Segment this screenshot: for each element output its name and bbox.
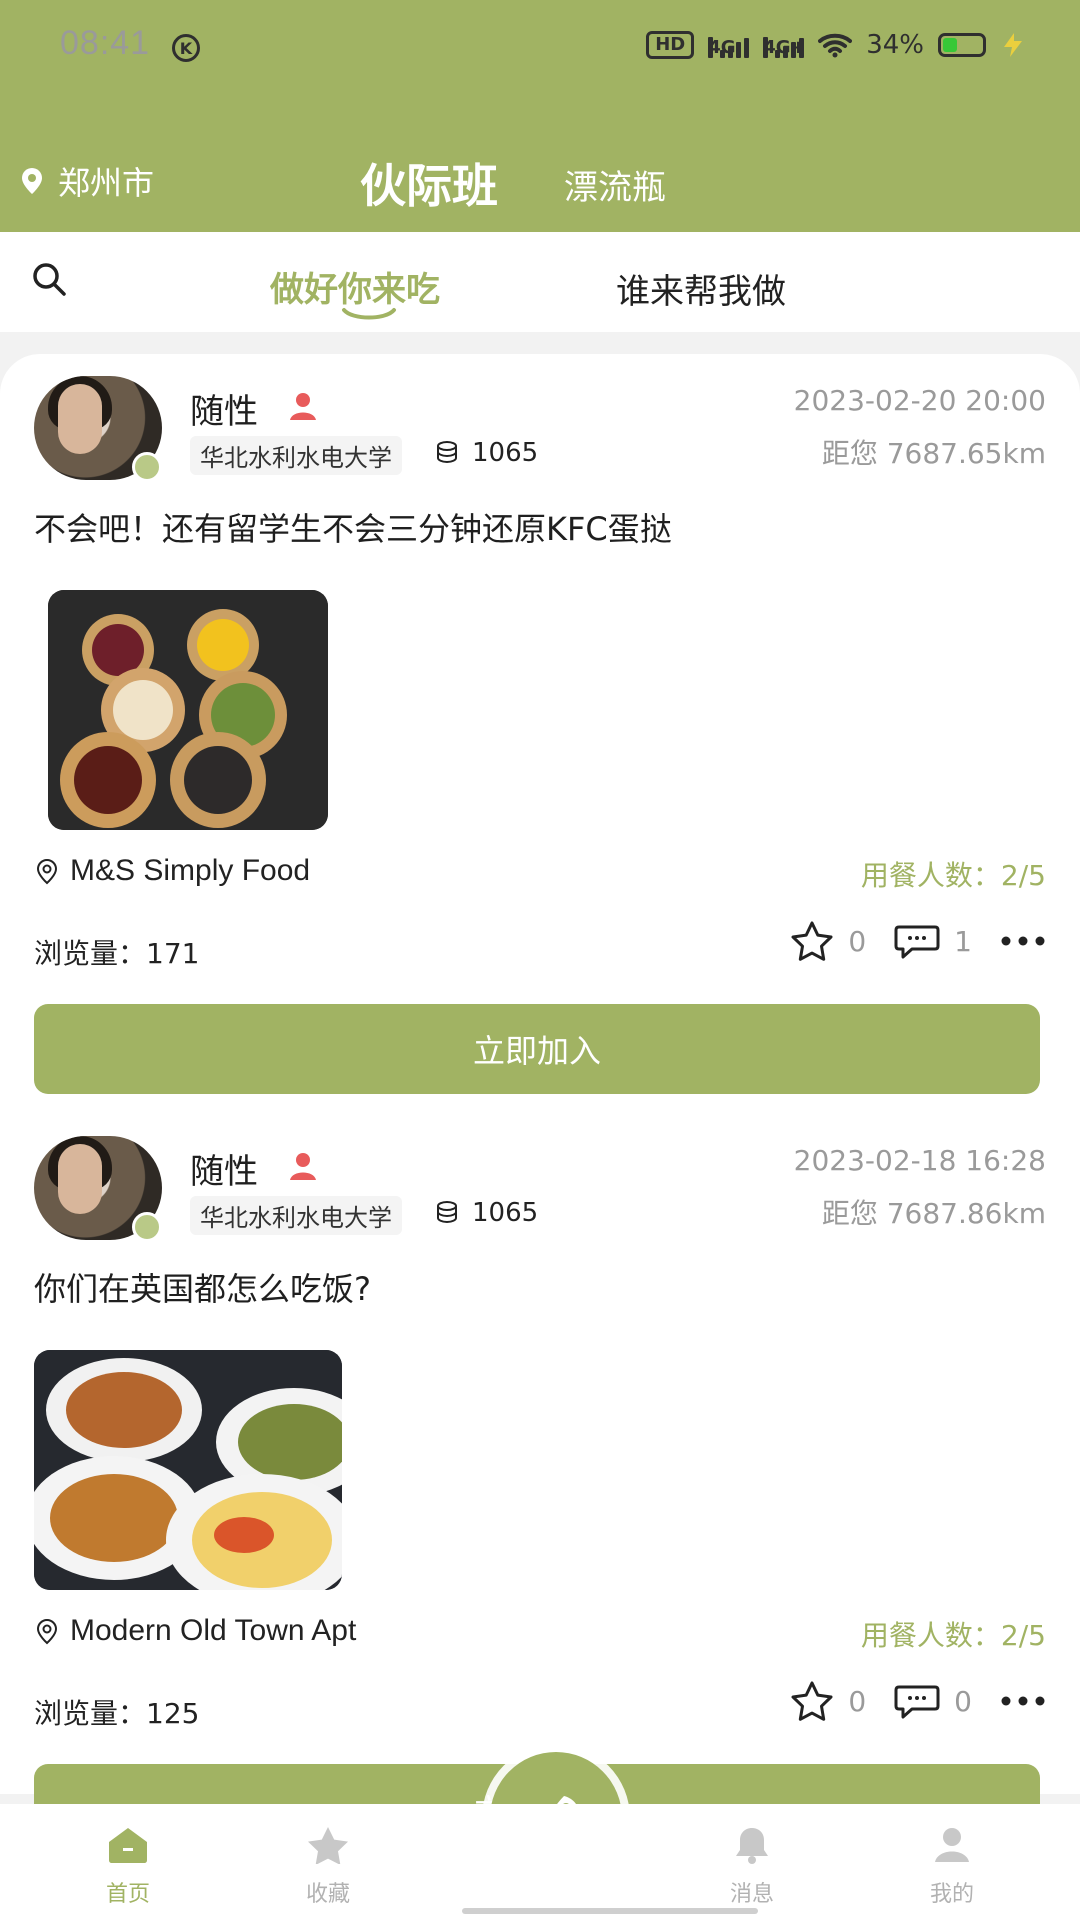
favorite-action[interactable]: 0: [790, 920, 866, 962]
top-tabs: 做好你来吃 谁来帮我做: [0, 232, 1080, 332]
points: 1065: [434, 438, 538, 468]
verified-icon: [132, 452, 162, 482]
network-2-label: 4G+: [763, 37, 806, 58]
avatar-face: [58, 1144, 102, 1214]
views-count: 浏览量：171: [34, 937, 200, 970]
bottom-nav: 首页 收藏 消息 我的: [0, 1804, 1080, 1920]
map-pin-icon: [22, 168, 42, 194]
username[interactable]: 随性: [190, 1144, 258, 1193]
more-action[interactable]: [1000, 935, 1046, 947]
status-right: HD 4G 4G+ 34%: [646, 30, 1026, 60]
meal-photo: [34, 1350, 342, 1590]
stars-count: 0: [848, 924, 867, 958]
nav-home-label: 首页: [105, 1882, 150, 1907]
more-icon: [1001, 1696, 1045, 1706]
more-action[interactable]: [1000, 1695, 1046, 1707]
charging-bolt-icon: [1004, 33, 1022, 57]
signal-2-icon: 4G+: [763, 32, 806, 58]
favorite-action[interactable]: 0: [790, 1680, 866, 1722]
city-label: 郑州市: [58, 164, 155, 202]
views-count: 浏览量：125: [34, 1697, 200, 1730]
brand-title[interactable]: 伙际班: [360, 150, 498, 216]
comments-count: 0: [954, 1684, 972, 1718]
star-icon: [791, 921, 833, 961]
k-badge: K: [172, 34, 200, 62]
status-bar: 08:41 K HD 4G 4G+ 34%: [0, 0, 1080, 98]
tab-drift-bottle[interactable]: 漂流瓶: [564, 160, 666, 209]
bell-icon: [736, 1828, 768, 1864]
tab-make-you-eat[interactable]: 做好你来吃: [270, 262, 440, 311]
wifi-icon: [818, 33, 853, 58]
map-pin-icon: [36, 859, 58, 885]
post-location[interactable]: Modern Old Town Apt: [34, 1614, 356, 1648]
tab-who-helps-me[interactable]: 谁来帮我做: [616, 264, 786, 313]
post-distance: 距您 7687.86km: [821, 1197, 1046, 1230]
map-pin-icon: [36, 1619, 58, 1645]
post-photo[interactable]: [48, 590, 328, 830]
post-content[interactable]: 不会吧！还有留学生不会三分钟还原KFC蛋挞: [34, 504, 672, 550]
app-header: 08:41 K HD 4G 4G+ 34%: [0, 0, 1080, 232]
star-icon: [791, 1681, 833, 1721]
comment-action[interactable]: 1: [894, 923, 972, 959]
post-location[interactable]: M&S Simply Food: [34, 854, 310, 888]
points: 1065: [434, 1198, 538, 1228]
diners-count: 用餐人数：2/5: [860, 1619, 1046, 1652]
signal-1-icon: 4G: [708, 32, 750, 58]
location-label: Modern Old Town Apt: [70, 1614, 357, 1647]
nav-mine-label: 我的: [929, 1882, 974, 1907]
coins-icon: [437, 441, 457, 464]
post-distance: 距您 7687.65km: [821, 437, 1046, 470]
avatar-face: [58, 384, 102, 454]
points-value: 1065: [472, 438, 539, 468]
egg-tart-photo: [48, 590, 328, 830]
battery-icon: [938, 33, 986, 57]
nav-messages[interactable]: 消息: [692, 1824, 812, 1908]
username[interactable]: 随性: [190, 384, 258, 433]
battery-percent: 34%: [866, 30, 924, 60]
post-actions: 0 0: [790, 1680, 1046, 1722]
active-tab-indicator: [342, 308, 396, 320]
hd-badge: HD: [646, 31, 695, 59]
feed: 随性 华北水利水电大学 1065 2023-02-20 20:00 距您 768…: [0, 354, 1080, 1854]
nav-favorites[interactable]: 收藏: [268, 1824, 388, 1908]
points-value: 1065: [472, 1198, 539, 1228]
star-icon: [308, 1827, 348, 1865]
user-icon: [935, 1828, 969, 1862]
stars-count: 0: [848, 1684, 867, 1718]
network-1-label: 4G: [708, 37, 736, 58]
comment-action[interactable]: 0: [894, 1683, 972, 1719]
post-timestamp: 2023-02-20 20:00: [793, 384, 1046, 417]
comments-count: 1: [954, 924, 972, 958]
location-label: M&S Simply Food: [70, 854, 311, 887]
header-nav: 郑州市 伙际班 漂流瓶: [0, 140, 1080, 220]
school-tag: 华北水利水电大学: [190, 436, 402, 475]
school-tag: 华北水利水电大学: [190, 1196, 402, 1235]
home-indicator: [462, 1908, 758, 1914]
comment-icon: [894, 925, 940, 959]
user-badge-icon: [290, 393, 316, 420]
nav-mine[interactable]: 我的: [892, 1824, 1012, 1908]
verified-icon: [132, 1212, 162, 1242]
search-icon[interactable]: [30, 260, 70, 300]
nav-home[interactable]: 首页: [68, 1824, 188, 1908]
user-badge-icon: [290, 1153, 316, 1180]
comment-icon: [894, 1685, 940, 1719]
post-photo[interactable]: [34, 1350, 342, 1590]
nav-messages-label: 消息: [729, 1882, 774, 1907]
post-timestamp: 2023-02-18 16:28: [793, 1144, 1046, 1177]
coins-icon: [437, 1201, 457, 1224]
diners-count: 用餐人数：2/5: [860, 859, 1046, 892]
city-selector[interactable]: 郑州市: [18, 158, 154, 204]
post-actions: 0 1: [790, 920, 1046, 962]
post-card: 随性 华北水利水电大学 1065 2023-02-20 20:00 距您 768…: [0, 354, 1080, 1114]
nav-favorites-label: 收藏: [305, 1882, 350, 1907]
join-button[interactable]: 立即加入: [34, 1004, 1040, 1094]
home-icon: [109, 1828, 147, 1863]
more-icon: [1001, 936, 1045, 946]
post-content[interactable]: 你们在英国都怎么吃饭?: [34, 1264, 371, 1310]
